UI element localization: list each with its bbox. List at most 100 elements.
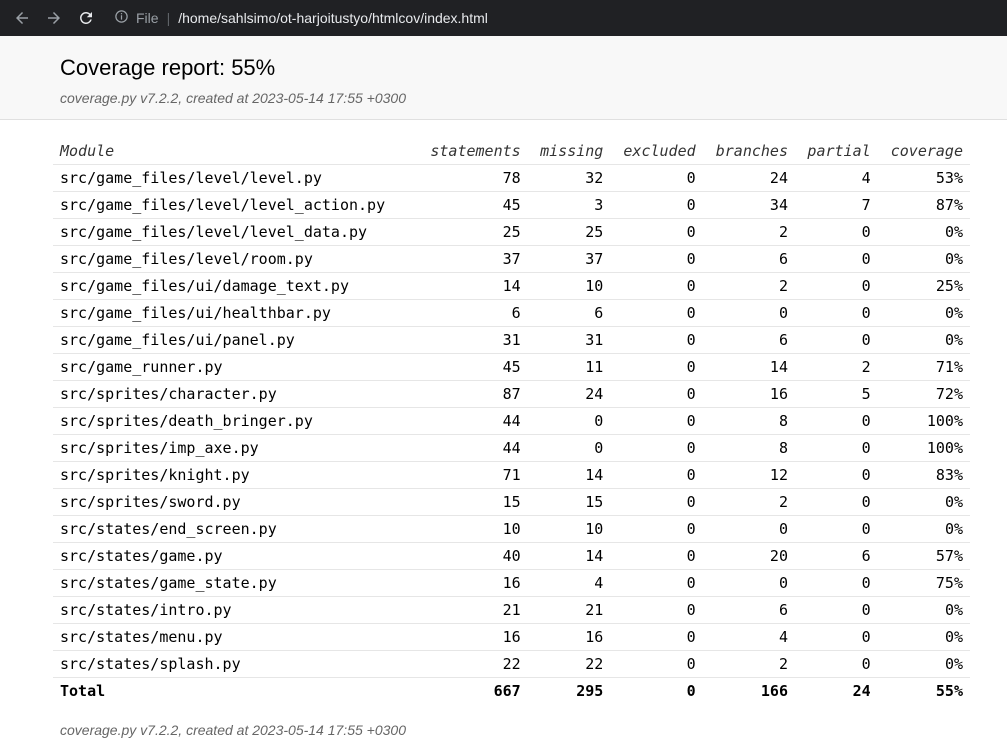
cell-partial: 0: [794, 407, 878, 435]
table-row: src/states/game.py 40 14 0 20 6 57%: [53, 542, 970, 570]
arrow-right-icon: [48, 12, 60, 24]
column-header-statements[interactable]: statements: [416, 138, 528, 165]
page-title: Coverage report: 55%: [60, 55, 276, 80]
cell-coverage: 0%: [877, 488, 970, 516]
module-link[interactable]: src/game_files/ui/healthbar.py: [53, 299, 417, 327]
module-link[interactable]: src/game_runner.py: [53, 353, 417, 381]
cell-partial: 6: [794, 542, 878, 570]
total-row: Total 667 295 0 166 24 55%: [53, 678, 970, 705]
table-row: src/game_runner.py 45 11 0 14 2 71%: [53, 353, 970, 381]
cell-partial: 0: [794, 569, 878, 597]
cell-statements: 6: [416, 299, 528, 327]
total-branches: 166: [760, 682, 788, 700]
cell-missing: 37: [527, 245, 611, 273]
forward-button[interactable]: [40, 4, 68, 32]
cell-missing: 22: [527, 650, 611, 678]
table-row: src/sprites/knight.py 71 14 0 12 0 83%: [53, 461, 970, 489]
column-header-partial[interactable]: partial: [794, 138, 878, 165]
cell-statements: 71: [416, 461, 528, 489]
module-link[interactable]: src/states/end_screen.py: [53, 515, 417, 543]
info-icon[interactable]: [114, 9, 129, 27]
cell-missing: 11: [527, 353, 611, 381]
total-missing: 295: [576, 682, 604, 700]
cell-branches: 0: [702, 515, 795, 543]
module-link[interactable]: src/sprites/imp_axe.py: [53, 434, 417, 462]
url-text[interactable]: /home/sahlsimo/ot-harjoitustyo/htmlcov/i…: [178, 10, 488, 26]
cell-branches: 2: [702, 218, 795, 246]
reload-button[interactable]: [72, 4, 100, 32]
cell-partial: 0: [794, 596, 878, 624]
cell-branches: 12: [702, 461, 795, 489]
column-header-excluded[interactable]: excluded: [610, 138, 703, 165]
cell-partial: 0: [794, 650, 878, 678]
cell-branches: 0: [702, 569, 795, 597]
table-row: src/game_files/level/level_data.py 25 25 0 2…: [53, 218, 970, 246]
module-link[interactable]: src/states/game_state.py: [53, 569, 417, 597]
cell-partial: 0: [794, 272, 878, 300]
reload-icon: [80, 11, 92, 24]
table-row: src/sprites/sword.py 15 15 0 2 0 0%: [53, 488, 970, 516]
cell-missing: 10: [527, 272, 611, 300]
cell-missing: 10: [527, 515, 611, 543]
cell-statements: 44: [416, 434, 528, 462]
module-link[interactable]: src/game_files/ui/panel.py: [53, 326, 417, 354]
table-row: src/game_files/ui/damage_text.py 14 10 0 2 0 2…: [53, 272, 970, 300]
cell-missing: 4: [527, 569, 611, 597]
column-header-coverage[interactable]: coverage: [877, 138, 970, 165]
cell-branches: 2: [702, 488, 795, 516]
table-row: src/game_files/level/level_action.py 45 3 0…: [53, 191, 970, 219]
module-link[interactable]: src/sprites/knight.py: [53, 461, 417, 489]
cell-statements: 87: [416, 380, 528, 408]
column-header-branches[interactable]: branches: [702, 138, 795, 165]
cell-missing: 0: [527, 407, 611, 435]
cell-partial: 0: [794, 515, 878, 543]
cell-statements: 78: [416, 164, 528, 192]
module-link[interactable]: src/sprites/sword.py: [53, 488, 417, 516]
cell-statements: 16: [416, 569, 528, 597]
address-bar[interactable]: File | /home/sahlsimo/ot-harjoitustyo/ht…: [114, 9, 488, 27]
column-header-module[interactable]: Module: [53, 138, 417, 165]
cell-statements: 10: [416, 515, 528, 543]
module-link[interactable]: src/sprites/character.py: [53, 380, 417, 408]
module-link[interactable]: src/game_files/ui/damage_text.py: [53, 272, 417, 300]
cell-coverage: 0%: [877, 515, 970, 543]
cell-partial: 0: [794, 434, 878, 462]
total-partial: 24: [852, 682, 871, 700]
total-module: Total: [60, 682, 106, 700]
module-link[interactable]: src/game_files/level/level_action.py: [53, 191, 417, 219]
module-link[interactable]: src/states/splash.py: [53, 650, 417, 678]
cell-missing: 14: [527, 542, 611, 570]
module-link[interactable]: src/game_files/level/room.py: [53, 245, 417, 273]
module-link[interactable]: src/game_files/level/level_data.py: [53, 218, 417, 246]
browser-toolbar: File | /home/sahlsimo/ot-harjoitustyo/ht…: [0, 0, 1007, 36]
back-button[interactable]: [8, 4, 36, 32]
cell-coverage: 0%: [877, 245, 970, 273]
module-link[interactable]: src/states/menu.py: [53, 623, 417, 651]
report-header: Coverage report: 55% coverage.py v7.2.2,…: [0, 36, 1007, 120]
column-header-missing[interactable]: missing: [527, 138, 611, 165]
cell-statements: 21: [416, 596, 528, 624]
cell-branches: 16: [702, 380, 795, 408]
cell-missing: 3: [527, 191, 611, 219]
cell-excluded: 0: [610, 623, 703, 651]
cell-missing: 15: [527, 488, 611, 516]
module-link[interactable]: src/states/game.py: [53, 542, 417, 570]
module-link[interactable]: src/sprites/death_bringer.py: [53, 407, 417, 435]
cell-missing: 31: [527, 326, 611, 354]
cell-coverage: 83%: [877, 461, 970, 489]
cell-missing: 6: [527, 299, 611, 327]
cell-partial: 0: [794, 461, 878, 489]
cell-coverage: 75%: [877, 569, 970, 597]
cell-partial: 0: [794, 299, 878, 327]
cell-excluded: 0: [610, 353, 703, 381]
report-meta: coverage.py v7.2.2, created at 2023-05-1…: [60, 90, 406, 106]
arrow-left-icon: [16, 12, 28, 24]
cell-branches: 20: [702, 542, 795, 570]
cell-coverage: 87%: [877, 191, 970, 219]
module-link[interactable]: src/states/intro.py: [53, 596, 417, 624]
cell-branches: 34: [702, 191, 795, 219]
module-link[interactable]: src/game_files/level/level.py: [53, 164, 417, 192]
cell-coverage: 25%: [877, 272, 970, 300]
cell-excluded: 0: [610, 164, 703, 192]
cell-excluded: 0: [610, 407, 703, 435]
